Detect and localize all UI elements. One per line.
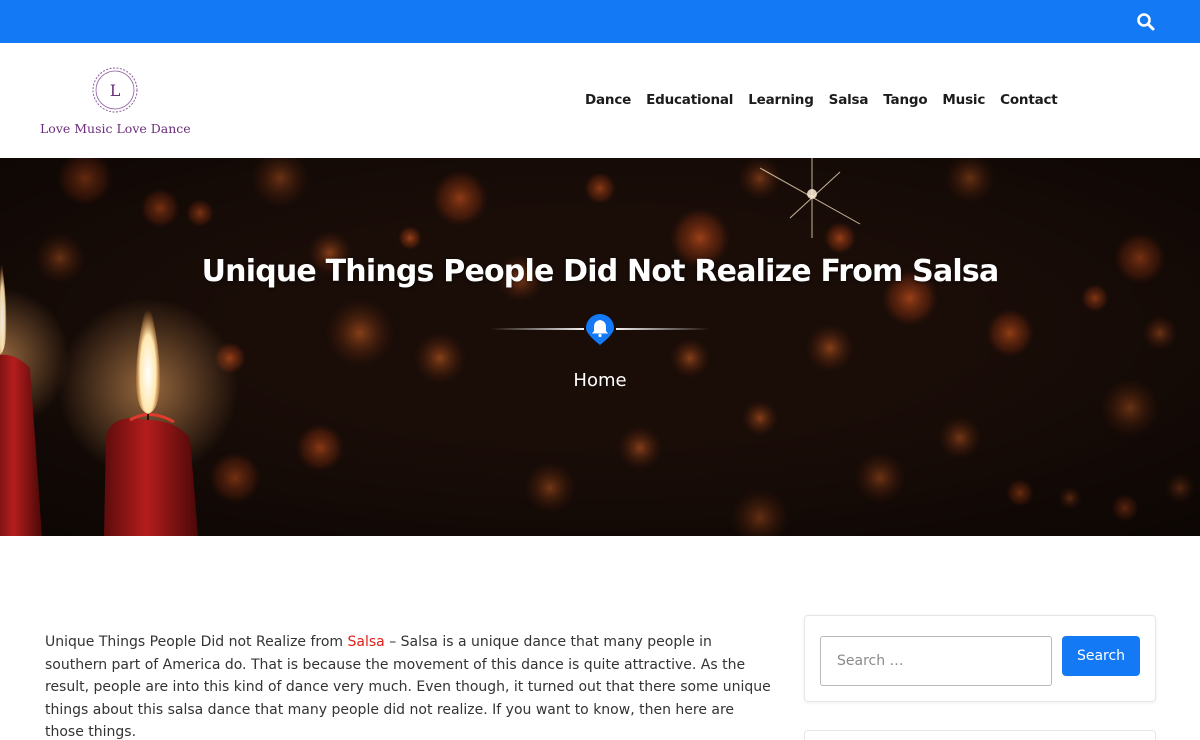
nav-item-music[interactable]: Music — [942, 92, 985, 108]
site-logo[interactable]: L Love Music Love Dance — [40, 65, 191, 136]
nav-item-contact[interactable]: Contact — [1000, 92, 1058, 108]
hero-background-image — [0, 158, 1200, 536]
main-nav: Dance Educational Learning Salsa Tango M… — [585, 92, 1073, 108]
intro-text-start: Unique Things People Did not Realize fro… — [45, 634, 348, 650]
nav-item-educational[interactable]: Educational — [646, 92, 733, 108]
hero-banner: Unique Things People Did Not Realize Fro… — [0, 158, 1200, 536]
title-divider — [490, 314, 710, 345]
page-title: Unique Things People Did Not Realize Fro… — [201, 254, 1000, 289]
nav-item-learning[interactable]: Learning — [748, 92, 814, 108]
logo-badge-icon: L — [92, 67, 138, 113]
sidebar-widget — [804, 730, 1156, 740]
nav-item-salsa[interactable]: Salsa — [829, 92, 869, 108]
search-input[interactable] — [820, 636, 1052, 686]
search-icon[interactable] — [1136, 12, 1156, 32]
site-name[interactable]: Love Music Love Dance — [40, 121, 191, 136]
nav-item-dance[interactable]: Dance — [585, 92, 631, 108]
search-button[interactable]: Search — [1062, 636, 1140, 676]
bell-icon — [586, 314, 614, 345]
salsa-link[interactable]: Salsa — [348, 634, 385, 650]
logo-letter: L — [110, 81, 121, 100]
article-intro: Unique Things People Did not Realize fro… — [45, 631, 773, 740]
top-bar — [0, 0, 1200, 43]
nav-item-tango[interactable]: Tango — [883, 92, 927, 108]
site-header: L Love Music Love Dance Dance Educationa… — [0, 43, 1200, 158]
breadcrumb-home[interactable]: Home — [0, 370, 1200, 391]
search-widget: Search — [804, 615, 1156, 702]
